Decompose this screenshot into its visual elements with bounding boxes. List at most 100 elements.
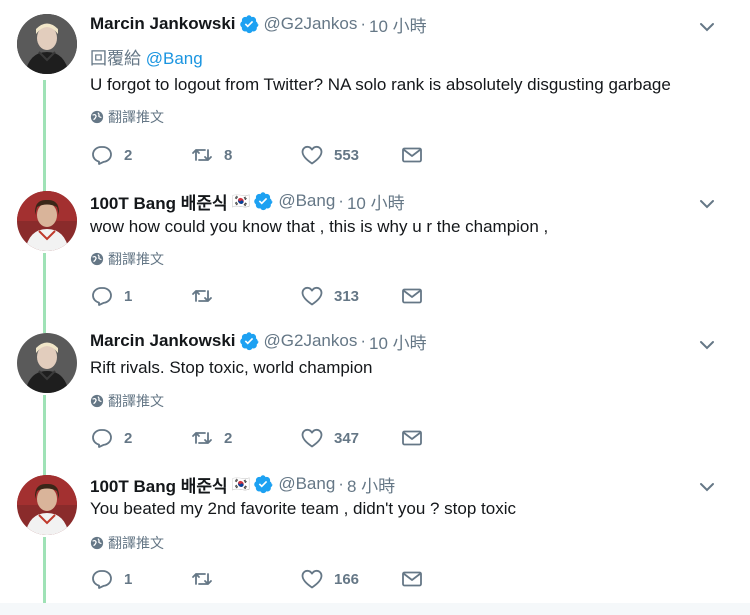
like-button[interactable]: 166 xyxy=(300,567,400,591)
tweet-actions: 1 166 xyxy=(90,567,424,591)
reply-button[interactable]: 2 xyxy=(90,143,190,167)
retweet-button[interactable] xyxy=(190,284,300,308)
tweet[interactable]: Marcin Jankowski @G2Jankos · 10 小時 回覆給 @… xyxy=(0,0,750,175)
tweet-actions: 2 2 347 xyxy=(90,426,424,450)
retweet-button[interactable]: 2 xyxy=(190,426,300,450)
translate-tweet-link[interactable]: 翻譯推文 xyxy=(90,249,164,269)
like-count: 166 xyxy=(334,570,360,588)
avatar[interactable] xyxy=(17,191,77,251)
separator-dot: · xyxy=(338,474,344,493)
reply-button[interactable]: 1 xyxy=(90,567,190,591)
retweet-button[interactable] xyxy=(190,567,300,591)
retweet-button[interactable]: 8 xyxy=(190,143,300,167)
avatar[interactable] xyxy=(17,475,77,535)
separator-dot: · xyxy=(360,331,366,350)
reply-icon xyxy=(92,429,112,448)
tweet-header: Marcin Jankowski @G2Jankos · 10 小時 xyxy=(90,329,427,354)
like-icon xyxy=(301,145,323,165)
retweet-icon xyxy=(192,290,212,302)
verified-badge-icon xyxy=(253,191,273,211)
reply-count: 2 xyxy=(124,429,133,447)
direct-message-button[interactable] xyxy=(400,284,424,308)
chevron-down-icon[interactable] xyxy=(697,17,717,37)
display-name[interactable]: 100T Bang 배준식 xyxy=(90,472,228,497)
globe-icon xyxy=(90,536,104,550)
tweet[interactable]: 100T Bang 배준식 🇰🇷 @Bang · 8 小時 You beated… xyxy=(0,459,750,603)
like-count: 553 xyxy=(334,146,360,164)
user-handle[interactable]: @G2Jankos xyxy=(264,331,358,351)
like-count: 313 xyxy=(334,287,360,305)
timestamp[interactable]: 10 小時 xyxy=(369,12,427,37)
footer-bar xyxy=(0,603,750,615)
translate-tweet-link[interactable]: 翻譯推文 xyxy=(90,533,164,553)
reply-icon xyxy=(92,570,112,589)
verified-badge-icon xyxy=(239,14,259,34)
like-icon xyxy=(301,286,323,306)
verified-badge-icon xyxy=(239,331,259,351)
direct-message-icon xyxy=(402,430,422,446)
avatar[interactable] xyxy=(17,333,77,393)
timestamp[interactable]: 10 小時 xyxy=(347,189,405,214)
tweet-text: U forgot to logout from Twitter? NA solo… xyxy=(90,75,671,94)
tweet[interactable]: Marcin Jankowski @G2Jankos · 10 小時 Rift … xyxy=(0,317,750,459)
timestamp[interactable]: 10 小時 xyxy=(369,329,427,354)
like-count: 347 xyxy=(334,429,360,447)
translate-label: 翻譯推文 xyxy=(108,393,164,409)
verified-badge-icon xyxy=(253,474,273,494)
tweet-header: 100T Bang 배준식 🇰🇷 @Bang · 8 小時 xyxy=(90,472,395,497)
retweet-icon xyxy=(192,573,212,585)
chevron-down-icon[interactable] xyxy=(697,477,717,497)
tweet-header: Marcin Jankowski @G2Jankos · 10 小時 xyxy=(90,12,427,37)
retweet-icon xyxy=(192,149,212,161)
globe-icon xyxy=(90,252,104,266)
chevron-down-icon[interactable] xyxy=(697,194,717,214)
user-handle[interactable]: @Bang xyxy=(278,191,335,211)
globe-icon xyxy=(90,110,104,124)
tweet[interactable]: 100T Bang 배준식 🇰🇷 @Bang · 10 小時 wow how c… xyxy=(0,175,750,317)
flag-emoji: 🇰🇷 xyxy=(231,476,251,493)
like-button[interactable]: 313 xyxy=(300,284,400,308)
like-button[interactable]: 553 xyxy=(300,143,400,167)
reply-prefix: 回覆給 xyxy=(90,49,146,68)
chevron-down-icon[interactable] xyxy=(697,335,717,355)
reply-context: 回覆給 @Bang xyxy=(90,44,203,69)
user-handle[interactable]: @Bang xyxy=(278,474,335,494)
tweet-actions: 1 313 xyxy=(90,284,424,308)
display-name[interactable]: Marcin Jankowski xyxy=(90,14,236,34)
direct-message-button[interactable] xyxy=(400,426,424,450)
reply-button[interactable]: 1 xyxy=(90,284,190,308)
reply-icon xyxy=(92,146,112,165)
tweet-text: wow how could you know that , this is wh… xyxy=(90,217,549,236)
reply-button[interactable]: 2 xyxy=(90,426,190,450)
like-button[interactable]: 347 xyxy=(300,426,400,450)
direct-message-icon xyxy=(402,147,422,163)
flag-emoji: 🇰🇷 xyxy=(231,193,251,210)
translate-tweet-link[interactable]: 翻譯推文 xyxy=(90,391,164,411)
avatar[interactable] xyxy=(17,14,77,74)
tweet-text: You beated my 2nd favorite team , didn't… xyxy=(90,499,516,518)
separator-dot: · xyxy=(338,191,344,210)
translate-tweet-link[interactable]: 翻譯推文 xyxy=(90,107,164,127)
globe-icon xyxy=(90,394,104,408)
display-name[interactable]: Marcin Jankowski xyxy=(90,331,236,351)
reply-count: 2 xyxy=(124,146,133,164)
reply-icon xyxy=(92,287,112,306)
translate-label: 翻譯推文 xyxy=(108,251,164,267)
tweet-header: 100T Bang 배준식 🇰🇷 @Bang · 10 小時 xyxy=(90,189,405,214)
direct-message-button[interactable] xyxy=(400,143,424,167)
display-name[interactable]: 100T Bang 배준식 xyxy=(90,189,228,214)
reply-count: 1 xyxy=(124,287,133,305)
timestamp[interactable]: 8 小時 xyxy=(347,472,395,497)
reply-count: 1 xyxy=(124,570,133,588)
direct-message-button[interactable] xyxy=(400,567,424,591)
user-handle[interactable]: @G2Jankos xyxy=(264,14,358,34)
retweet-count: 8 xyxy=(224,146,233,164)
like-icon xyxy=(301,428,323,448)
reply-mention-link[interactable]: @Bang xyxy=(146,49,203,68)
retweet-count: 2 xyxy=(224,429,233,447)
tweet-text: Rift rivals. Stop toxic, world champion xyxy=(90,358,373,377)
tweet-actions: 2 8 553 xyxy=(90,143,424,167)
direct-message-icon xyxy=(402,288,422,304)
direct-message-icon xyxy=(402,571,422,587)
separator-dot: · xyxy=(360,14,366,33)
